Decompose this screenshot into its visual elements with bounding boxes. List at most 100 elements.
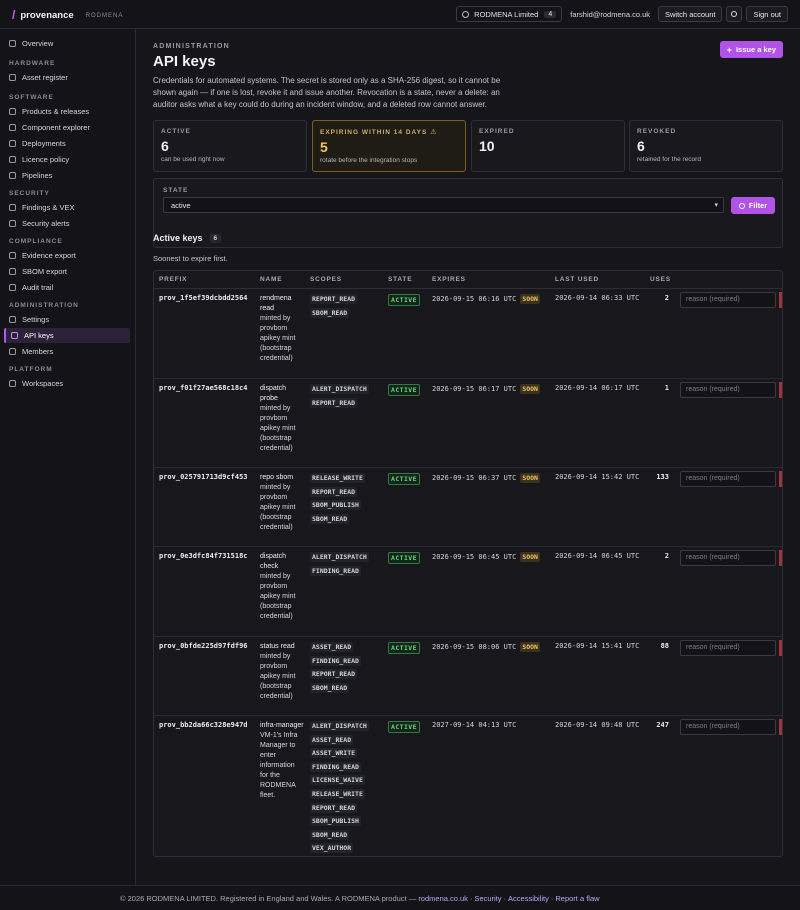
sidebar-item-api-keys[interactable]: API keys (4, 328, 130, 343)
revoke-button[interactable] (779, 719, 782, 735)
evidence-icon (9, 252, 16, 259)
sidebar-item-audit-trail[interactable]: Audit trail (4, 280, 130, 295)
sidebar-item-label: Licence policy (22, 155, 70, 164)
stat-value: 5 (320, 139, 328, 155)
sidebar-item-component-explorer[interactable]: Component explorer (4, 120, 130, 135)
revoke-button[interactable] (779, 550, 782, 566)
key-name-cell: infra-manager VM-1's Infra Manager to ent… (260, 721, 304, 801)
key-last-used: 2026-09-14 09:48 UTC (555, 721, 640, 729)
footer-link-accessibility[interactable]: Accessibility (508, 894, 549, 903)
package-icon (9, 108, 16, 115)
key-prefix[interactable]: prov_f01f27ae568c18c4 (159, 384, 248, 392)
status-badge: ACTIVE (388, 294, 420, 306)
col-last-used: LAST USED (555, 276, 600, 283)
sidebar-item-overview[interactable]: Overview (4, 36, 130, 51)
warning-icon: ⚠ (430, 129, 438, 136)
key-prefix[interactable]: prov_0bfde225d97fdf96 (159, 642, 248, 650)
table-row: prov_bb2da66c328e947d infra-manager VM-1's… (154, 716, 782, 856)
sidebar-item-label: API keys (24, 331, 54, 340)
workspaces-icon (9, 380, 16, 387)
theme-toggle-button[interactable] (726, 6, 743, 22)
revoke-reason-input[interactable]: reason (required) (680, 382, 776, 398)
sidebar-item-settings[interactable]: Settings (4, 312, 130, 327)
sidebar-item-licence-policy[interactable]: Licence policy (4, 152, 130, 167)
revoke-reason-input[interactable]: reason (required) (680, 640, 776, 656)
sidebar-item-pipelines[interactable]: Pipelines (4, 168, 130, 183)
org-count-badge: 4 (544, 10, 557, 18)
stat-label: EXPIRING WITHIN 14 DAYS (320, 129, 428, 136)
scope-chip: RELEASE_WRITE (310, 473, 365, 483)
key-prefix[interactable]: prov_0e3dfc84f731518c (159, 552, 248, 560)
sidebar-item-products-releases[interactable]: Products & releases (4, 104, 130, 119)
brand-logo-icon: / (12, 8, 16, 22)
table-row: prov_0bfde225d97fdf96 status read minted b… (154, 637, 782, 716)
key-last-used: 2026-09-14 06:17 UTC (555, 384, 640, 392)
revoke-button[interactable] (779, 382, 782, 398)
key-last-used: 2026-09-14 15:42 UTC (555, 473, 640, 481)
sidebar-item-workspaces[interactable]: Workspaces (4, 376, 130, 391)
issue-key-button[interactable]: + Issue a key (719, 41, 783, 58)
switch-account-button[interactable]: Switch account (658, 6, 723, 22)
key-prefix[interactable]: prov_025791713d9cf453 (159, 473, 248, 481)
sidebar-item-security-alerts[interactable]: Security alerts (4, 216, 130, 231)
revoke-reason-input[interactable]: reason (required) (680, 550, 776, 566)
footer-link-site[interactable]: rodmena.co.uk (418, 894, 468, 903)
sidebar-item-sbom-export[interactable]: SBOM export (4, 264, 130, 279)
members-icon (9, 348, 16, 355)
org-switcher[interactable]: RODMENA Limited 4 (456, 6, 563, 22)
revoke-button[interactable] (779, 640, 782, 656)
overview-icon (9, 40, 16, 47)
filter-button-label: Filter (748, 201, 768, 210)
key-prefix[interactable]: prov_bb2da66c328e947d (159, 721, 248, 729)
sidebar-item-asset-register[interactable]: Asset register (4, 70, 130, 85)
soon-badge: SOON (520, 384, 540, 394)
audit-icon (9, 284, 16, 291)
key-name: dispatch check (260, 553, 287, 570)
footer-link-security[interactable]: Security (474, 894, 501, 903)
stat-value: 6 (161, 138, 169, 154)
status-badge: ACTIVE (388, 552, 420, 564)
key-expires: 2026-09-15 08:06 UTC SOON (432, 642, 540, 652)
sidebar-item-label: Settings (22, 315, 50, 324)
sidebar-item-label: Deployments (22, 139, 66, 148)
status-badge: ACTIVE (388, 642, 420, 654)
sign-out-button[interactable]: Sign out (746, 6, 788, 22)
revoke-reason-input[interactable]: reason (required) (680, 471, 776, 487)
key-last-used: 2026-09-14 06:33 UTC (555, 294, 640, 302)
stat-value: 6 (637, 138, 645, 154)
footer-link-report[interactable]: Report a flaw (555, 894, 599, 903)
brand-name: provenance (20, 9, 74, 21)
key-name-cell: dispatch probe minted by provbom apikey m… (260, 384, 304, 454)
revoke-button[interactable] (779, 471, 782, 487)
stat-value: 10 (479, 138, 495, 154)
footer-sep: · (503, 894, 507, 903)
col-name: NAME (260, 276, 283, 283)
status-badge: ACTIVE (388, 721, 420, 733)
key-scopes: ALERT_DISPATCH FINDING_READ (310, 552, 382, 579)
brand-org-code: RODMENA (85, 12, 124, 19)
sidebar-item-members[interactable]: Members (4, 344, 130, 359)
sidebar: Overview HARDWARE Asset register SOFTWAR… (0, 29, 136, 885)
footer: © 2026 RODMENA LIMITED. Registered in En… (0, 885, 800, 910)
revoke-reason-input[interactable]: reason (required) (680, 292, 776, 308)
revoke-button[interactable] (779, 292, 782, 308)
pipeline-icon (9, 172, 16, 179)
findings-icon (9, 204, 16, 211)
key-state: ACTIVE (388, 473, 420, 485)
sidebar-item-findings-vex[interactable]: Findings & VEX (4, 200, 130, 215)
sidebar-item-deployments[interactable]: Deployments (4, 136, 130, 151)
key-prefix[interactable]: prov_1f5ef39dcbdd2564 (159, 294, 248, 302)
table-header: PREFIX NAME SCOPES STATE EXPIRES LAST US… (154, 271, 782, 289)
brand[interactable]: / provenance RODMENA (12, 8, 123, 22)
stat-sub: can be used right now (161, 156, 225, 163)
key-state: ACTIVE (388, 294, 420, 306)
sidebar-item-label: Products & releases (22, 107, 90, 116)
col-state: STATE (388, 276, 413, 283)
sidebar-item-evidence-export[interactable]: Evidence export (4, 248, 130, 263)
key-last-used: 2026-09-14 15:41 UTC (555, 642, 640, 650)
key-name: infra-manager (260, 722, 304, 729)
table-row: prov_025791713d9cf453 repo sbom minted by … (154, 468, 782, 547)
revoke-reason-input[interactable]: reason (required) (680, 719, 776, 735)
state-select[interactable]: active ▾ (163, 197, 724, 213)
filter-button[interactable]: Filter (731, 197, 775, 214)
